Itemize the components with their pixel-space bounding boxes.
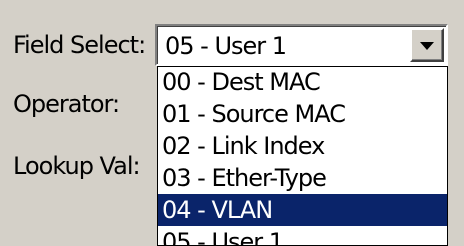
field-select-label: Field Select: bbox=[13, 31, 146, 59]
option-user-1[interactable]: 05 - User 1 bbox=[158, 226, 447, 245]
field-select-value: 05 - User 1 bbox=[165, 32, 287, 60]
option-source-mac[interactable]: 01 - Source MAC bbox=[158, 98, 447, 130]
option-link-index[interactable]: 02 - Link Index bbox=[158, 130, 447, 162]
option-ether-type[interactable]: 03 - Ether-Type bbox=[158, 162, 447, 194]
field-select-combobox[interactable]: 05 - User 1 bbox=[155, 24, 448, 66]
option-vlan[interactable]: 04 - VLAN bbox=[158, 194, 447, 226]
lookup-val-label: Lookup Val: bbox=[13, 152, 141, 180]
option-dest-mac[interactable]: 00 - Dest MAC bbox=[158, 67, 447, 98]
operator-label: Operator: bbox=[13, 90, 120, 118]
dropdown-button[interactable] bbox=[410, 28, 444, 62]
chevron-down-icon bbox=[420, 42, 434, 50]
field-select-dropdown-list[interactable]: 00 - Dest MAC 01 - Source MAC 02 - Link … bbox=[157, 66, 448, 246]
